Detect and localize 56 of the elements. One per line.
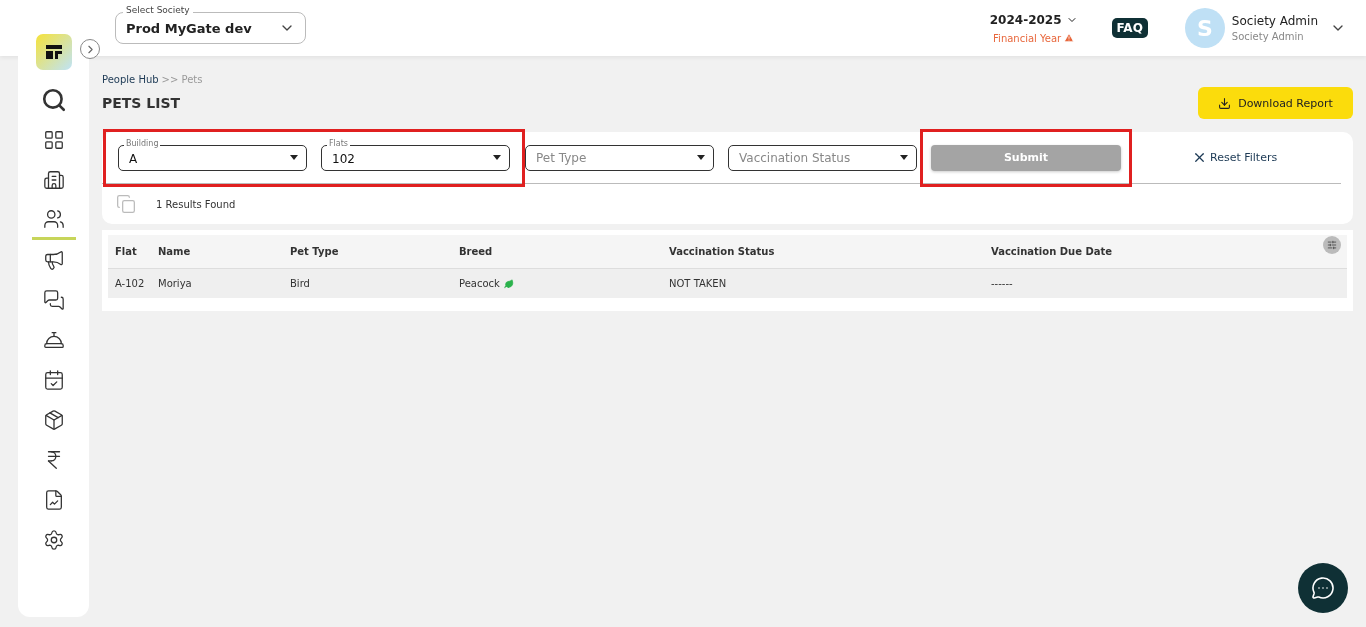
grid-icon bbox=[42, 129, 65, 151]
column-settings-button[interactable] bbox=[1323, 235, 1341, 254]
caret-icon bbox=[697, 155, 705, 160]
results-count: 1 Results Found bbox=[156, 198, 236, 210]
table-cell-text: Bird bbox=[290, 278, 311, 289]
reception-desk-icon bbox=[42, 329, 65, 351]
building-icon bbox=[42, 169, 65, 191]
page-title: PETS LIST bbox=[102, 95, 181, 111]
chat-bubbles-icon bbox=[42, 289, 65, 311]
table-cell-text: A-102 bbox=[115, 278, 146, 289]
user-name: Society Admin bbox=[1231, 14, 1318, 28]
caret-icon bbox=[290, 155, 298, 160]
caret-icon bbox=[900, 155, 908, 160]
user-avatar: S bbox=[1184, 8, 1225, 48]
user-role: Society Admin bbox=[1231, 31, 1305, 42]
column-header: Vaccination Status bbox=[669, 246, 776, 257]
close-icon bbox=[1192, 150, 1207, 165]
society-value: Prod MyGate dev bbox=[126, 20, 252, 36]
settings-icon bbox=[42, 529, 65, 551]
column-header: Breed bbox=[459, 246, 494, 257]
box-icon bbox=[42, 409, 65, 431]
warning-icon bbox=[1064, 33, 1075, 43]
column-header: Flat bbox=[115, 246, 138, 257]
chat-button[interactable] bbox=[1298, 563, 1348, 613]
table-cell-text: Moriya bbox=[158, 278, 193, 289]
search-icon bbox=[40, 87, 67, 113]
sliders-icon bbox=[1327, 239, 1337, 250]
leaf-icon bbox=[503, 278, 514, 289]
chat-icon bbox=[1311, 576, 1335, 600]
reset-filters-button[interactable]: Reset Filters bbox=[1192, 150, 1278, 165]
download-report-button[interactable]: Download Report bbox=[1198, 87, 1353, 119]
sidebar-toggle-button[interactable] bbox=[80, 39, 100, 59]
dropdown-label: Building bbox=[124, 138, 161, 149]
column-header: Pet Type bbox=[290, 246, 340, 257]
dropdown-value: A bbox=[129, 151, 138, 166]
dropdown-placeholder: Vaccination Status bbox=[739, 150, 851, 165]
table-cell-text: NOT TAKEN bbox=[669, 278, 728, 289]
caret-icon bbox=[493, 155, 501, 160]
dropdown-value: 102 bbox=[332, 151, 355, 166]
dropdown-label: Flats bbox=[327, 138, 351, 149]
faq-button[interactable]: FAQ bbox=[1111, 18, 1148, 38]
app-logo bbox=[35, 34, 72, 70]
breadcrumb-current: >> Pets bbox=[161, 74, 203, 85]
financial-year-value[interactable]: 2024-2025 bbox=[989, 12, 1062, 27]
calendar-icon bbox=[42, 369, 65, 391]
column-header: Name bbox=[158, 246, 192, 257]
table-cell-text: ------ bbox=[991, 278, 1014, 289]
society-select-label: Select Society bbox=[123, 5, 193, 15]
financial-year-caption: Financial Year bbox=[993, 32, 1075, 44]
megaphone-icon bbox=[42, 249, 65, 271]
breadcrumb-link[interactable]: People Hub bbox=[102, 74, 159, 85]
column-header: Vaccination Due Date bbox=[991, 246, 1114, 257]
dropdown-placeholder: Pet Type bbox=[536, 150, 587, 165]
download-icon bbox=[1218, 96, 1232, 110]
table-cell: Peacock bbox=[459, 278, 500, 289]
people-icon bbox=[42, 207, 65, 230]
